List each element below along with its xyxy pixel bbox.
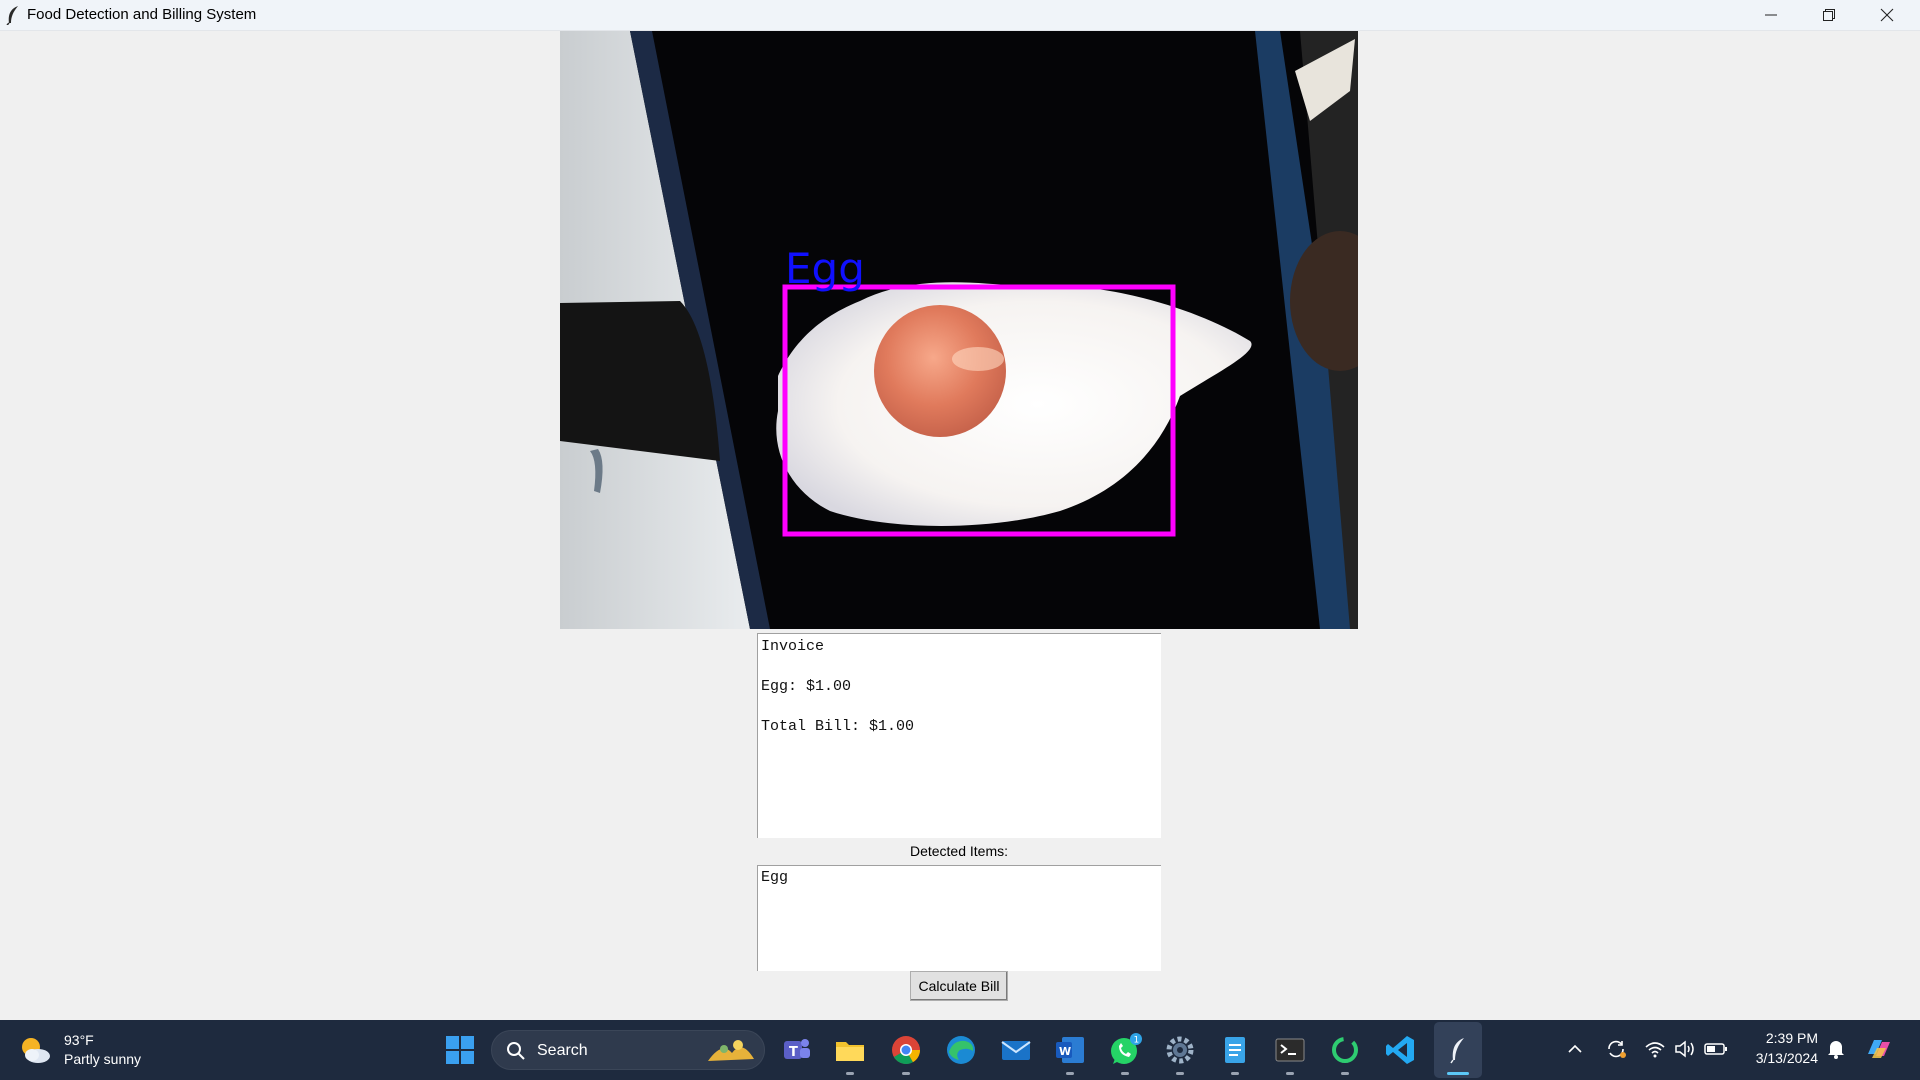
app-client-area: Egg Invoice Egg: $1.00 Total Bill: $1.00… — [0, 31, 1920, 1020]
restore-icon — [1823, 9, 1835, 21]
running-indicator — [1286, 1072, 1294, 1075]
battery-icon[interactable] — [1704, 1041, 1728, 1062]
svg-text:T: T — [789, 1045, 798, 1060]
notepad-icon[interactable] — [1217, 1032, 1253, 1068]
close-button[interactable] — [1858, 0, 1916, 30]
edge-icon[interactable] — [943, 1032, 979, 1068]
start-button[interactable] — [442, 1032, 478, 1068]
terminal-icon[interactable] — [1272, 1032, 1308, 1068]
running-indicator — [846, 1072, 854, 1075]
vscode-icon[interactable] — [1382, 1032, 1418, 1068]
clock-time[interactable]: 2:39 PM — [1756, 1030, 1818, 1046]
title-bar: Food Detection and Billing System — [0, 0, 1920, 31]
settings-gear-icon[interactable] — [1162, 1032, 1198, 1068]
wifi-icon[interactable] — [1644, 1039, 1666, 1064]
windows-icon — [446, 1036, 474, 1064]
feather-app-icon[interactable] — [1440, 1032, 1476, 1068]
running-indicator — [1231, 1072, 1239, 1075]
search-icon — [506, 1041, 526, 1066]
running-indicator — [1176, 1072, 1184, 1075]
feather-icon — [6, 5, 20, 26]
chevron-up-icon[interactable] — [1566, 1040, 1584, 1063]
copilot-icon[interactable] — [1864, 1034, 1894, 1069]
camera-feed: Egg — [560, 31, 1358, 629]
sync-app-icon[interactable] — [1327, 1032, 1363, 1068]
calculate-bill-button[interactable]: Calculate Bill — [910, 971, 1008, 1001]
detected-item: Egg — [761, 869, 789, 886]
whatsapp-badge: 1 — [1134, 1036, 1140, 1046]
word-icon[interactable]: W — [1052, 1032, 1088, 1068]
detected-items-textbox[interactable]: Egg — [757, 865, 1161, 971]
clock-date[interactable]: 3/13/2024 — [1740, 1050, 1818, 1066]
weather-description: Partly sunny — [64, 1051, 142, 1067]
search-placeholder: Search — [537, 1042, 588, 1059]
running-indicator — [1066, 1072, 1074, 1075]
volume-icon[interactable] — [1674, 1039, 1696, 1064]
invoice-heading: Invoice — [761, 638, 825, 655]
invoice-total: Total Bill: $1.00 — [761, 718, 915, 735]
running-indicator — [1341, 1072, 1349, 1075]
sync-icon[interactable] — [1604, 1037, 1628, 1066]
weather-temperature: 93°F — [64, 1032, 94, 1048]
invoice-line-item: Egg: $1.00 — [761, 678, 852, 695]
detected-items-label: Detected Items: — [909, 843, 1009, 859]
partly-sunny-icon — [18, 1034, 52, 1068]
running-indicator — [902, 1072, 910, 1075]
invoice-textbox[interactable]: Invoice Egg: $1.00 Total Bill: $1.00 — [757, 633, 1161, 838]
mail-icon[interactable] — [998, 1032, 1034, 1068]
taskbar: 93°F Partly sunny Search T W 1 2:39 PM 3… — [0, 1020, 1920, 1080]
running-indicator — [1121, 1072, 1129, 1075]
chrome-icon[interactable] — [888, 1032, 924, 1068]
notification-bell-icon[interactable] — [1826, 1038, 1846, 1065]
svg-text:W: W — [1059, 1045, 1071, 1058]
taskbar-search[interactable]: Search — [491, 1030, 765, 1070]
teams-icon[interactable]: T — [778, 1032, 814, 1068]
minimize-button[interactable] — [1742, 0, 1800, 30]
close-icon — [1880, 8, 1894, 22]
restore-button[interactable] — [1800, 0, 1858, 30]
window-title: Food Detection and Billing System — [27, 6, 257, 23]
detection-label: Egg — [785, 244, 865, 293]
search-highlight-icon — [702, 1035, 758, 1065]
weather-widget[interactable]: 93°F Partly sunny — [18, 1030, 158, 1072]
file-explorer-icon[interactable] — [832, 1032, 868, 1068]
whatsapp-icon[interactable]: 1 — [1107, 1032, 1143, 1068]
minimize-icon — [1765, 14, 1777, 16]
active-app-indicator — [1447, 1072, 1469, 1075]
